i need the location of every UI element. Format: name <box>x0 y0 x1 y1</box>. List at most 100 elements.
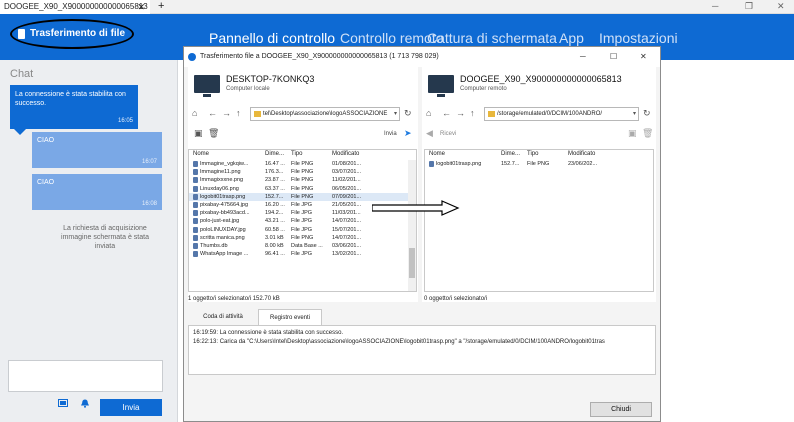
file-size: 16.47 ... <box>265 161 285 167</box>
column-size[interactable]: Dime... <box>265 150 284 159</box>
local-scrollbar[interactable] <box>408 160 416 291</box>
local-path-input[interactable]: tel\Desktop\associazione\logoASSOCIAZION… <box>250 107 400 121</box>
file-transfer-label: Trasferimento di file <box>30 28 126 39</box>
file-row[interactable]: Thumbs.db 8.00 kB Data Base ... 03/06/201..… <box>189 242 416 250</box>
remote-file-list: Nome Dime... Tipo Modificato logobit01tr… <box>424 149 654 292</box>
tab-event-log[interactable]: Registro eventi <box>258 309 322 325</box>
up-icon[interactable]: ↑ <box>470 106 475 120</box>
local-computer-name: DESKTOP-7KONKQ3 <box>226 74 315 84</box>
file-modified: 11/02/201... <box>332 177 361 184</box>
modal-minimize-icon[interactable]: ─ <box>580 47 586 67</box>
refresh-icon[interactable]: ↻ <box>404 106 412 120</box>
chat-send-button[interactable]: Invia <box>100 399 162 416</box>
chevron-down-icon[interactable]: ▾ <box>633 108 636 120</box>
nav-apps[interactable]: App <box>559 30 584 46</box>
remote-pane: DOOGEE_X90_X900000000000065813 Computer … <box>422 67 656 302</box>
bell-icon[interactable] <box>80 399 90 408</box>
file-row[interactable]: scritta manica.png 3.01 kB File PNG 14/07/2… <box>189 234 416 242</box>
restore-icon[interactable]: ❐ <box>745 0 753 13</box>
tab-activity-queue[interactable]: Coda di attività <box>188 309 258 325</box>
column-modified[interactable]: Modificato <box>332 150 359 159</box>
file-icon <box>193 177 198 184</box>
trash-icon[interactable]: 🗑 <box>208 126 219 140</box>
refresh-icon[interactable]: ↻ <box>643 106 651 120</box>
remote-path-input[interactable]: /storage/emulated/0/DCIM/100ANDRO/ ▾ <box>484 107 639 121</box>
local-computer-label: Computer locale <box>226 86 270 92</box>
chat-message: CIAO 16:07 <box>32 132 162 168</box>
file-row[interactable]: Immagine_vgkqiw... 16.47 ... File PNG 01/08… <box>189 160 416 168</box>
remote-computer-name: DOOGEE_X90_X900000000000065813 <box>460 74 622 84</box>
file-row[interactable]: polo-just-eat.jpg 43.21 ... File JPG 14/07/… <box>189 217 416 225</box>
trash-icon[interactable]: 🗑 <box>642 126 653 140</box>
close-button[interactable]: Chiudi <box>590 402 652 417</box>
chat-message-input[interactable] <box>8 360 163 392</box>
file-size: 23.87 ... <box>265 177 285 184</box>
back-icon[interactable]: ← <box>208 106 217 120</box>
chat-status-text: La richiesta di acquisizione immagine sc… <box>61 225 149 250</box>
file-row[interactable]: poloLINUXDAY.jpg 60.58 ... File JPG 15/07/2… <box>189 226 416 234</box>
back-icon[interactable]: ← <box>442 106 451 120</box>
minimize-icon[interactable]: ─ <box>712 0 718 13</box>
folder-icon <box>488 111 495 117</box>
document-icon <box>18 29 25 39</box>
modal-maximize-icon[interactable]: ☐ <box>610 47 617 67</box>
receive-label[interactable]: Ricevi <box>440 131 456 137</box>
file-modified: 01/08/201... <box>332 161 362 167</box>
new-folder-icon[interactable]: ▣ <box>194 126 203 140</box>
close-tab-icon[interactable]: ✕ <box>137 0 145 14</box>
tab-bar: DOOGEE_X90_X900000000000065813 ✕ + ─ ❐ ✕ <box>0 0 794 14</box>
column-modified[interactable]: Modificato <box>568 150 595 159</box>
local-pane: DESKTOP-7KONKQ3 Computer locale ⌂ ← → ↑ … <box>188 67 418 302</box>
bubble-tail <box>14 129 26 135</box>
nav-control-panel[interactable]: Pannello di controllo <box>209 30 335 46</box>
file-row[interactable]: WhatsApp Image ... 96.41 ... File JPG 13/02… <box>189 250 416 258</box>
receive-arrow-icon[interactable]: ◀ <box>426 126 433 140</box>
file-row[interactable]: Immagine11.png 176.3... File PNG 03/07/201.… <box>189 168 416 176</box>
send-label[interactable]: Invia <box>384 131 397 137</box>
annotation-arrow <box>372 200 460 216</box>
up-icon[interactable]: ↑ <box>236 106 241 120</box>
window-tab[interactable]: DOOGEE_X90_X900000000000065813 ✕ <box>0 0 150 14</box>
home-icon[interactable]: ⌂ <box>426 106 431 120</box>
forward-icon[interactable]: → <box>222 106 231 120</box>
column-name[interactable]: Nome <box>193 150 209 159</box>
log-line: 16:22:13: Carica da "C:\Users\Intel\Desk… <box>193 339 605 345</box>
file-row[interactable]: logobit01trasp.png 152.7... File PNG 23/06/… <box>425 160 653 168</box>
log-line: 16:19:59: La connessione è stata stabili… <box>193 330 344 336</box>
chevron-down-icon[interactable]: ▾ <box>394 108 397 120</box>
new-tab-icon[interactable]: + <box>158 0 164 13</box>
forward-icon[interactable]: → <box>456 106 465 120</box>
file-size: 152.7... <box>265 193 284 200</box>
column-size[interactable]: Dime... <box>501 150 520 159</box>
home-icon[interactable]: ⌂ <box>192 106 197 120</box>
column-name[interactable]: Nome <box>429 150 445 159</box>
file-icon <box>193 169 198 176</box>
file-modified: 15/07/201... <box>332 226 362 233</box>
screenshot-icon[interactable] <box>58 399 68 408</box>
nav-settings[interactable]: Impostazioni <box>599 30 678 46</box>
column-type[interactable]: Tipo <box>527 150 538 159</box>
nav-screenshot[interactable]: Cattura di schermata <box>427 30 557 46</box>
modal-close-icon[interactable]: ✕ <box>640 47 647 67</box>
file-row[interactable]: Linuxday06.png 63.37 ... File PNG 06/05/201… <box>189 185 416 193</box>
new-folder-icon[interactable]: ▣ <box>628 126 637 140</box>
chat-message-time: 16:07 <box>141 159 157 165</box>
file-name: logobit01trasp.png <box>436 161 482 167</box>
file-type: File PNG <box>291 234 314 241</box>
file-icon <box>193 185 198 192</box>
local-action-row: ▣ 🗑 Invia ➤ <box>188 126 418 143</box>
window-tab-title: DOOGEE_X90_X900000000000065813 <box>4 2 148 11</box>
file-size: 63.37 ... <box>265 185 285 192</box>
file-transfer-button[interactable]: Trasferimento di file <box>10 19 134 49</box>
column-type[interactable]: Tipo <box>291 150 302 159</box>
file-type: Data Base ... <box>291 243 323 249</box>
file-type: File JPG <box>291 226 313 233</box>
scrollbar-thumb[interactable] <box>409 248 415 278</box>
file-icon <box>193 251 198 258</box>
send-arrow-icon[interactable]: ➤ <box>404 126 412 140</box>
remote-status: 0 oggetto/i selezionato/i <box>424 296 488 302</box>
file-row[interactable]: Immagixxxne.png 23.87 ... File PNG 11/02/20… <box>189 176 416 184</box>
close-window-icon[interactable]: ✕ <box>777 0 785 13</box>
file-size: 8.00 kB <box>265 243 284 249</box>
file-name: pixabay-475664.jpg <box>200 202 249 208</box>
